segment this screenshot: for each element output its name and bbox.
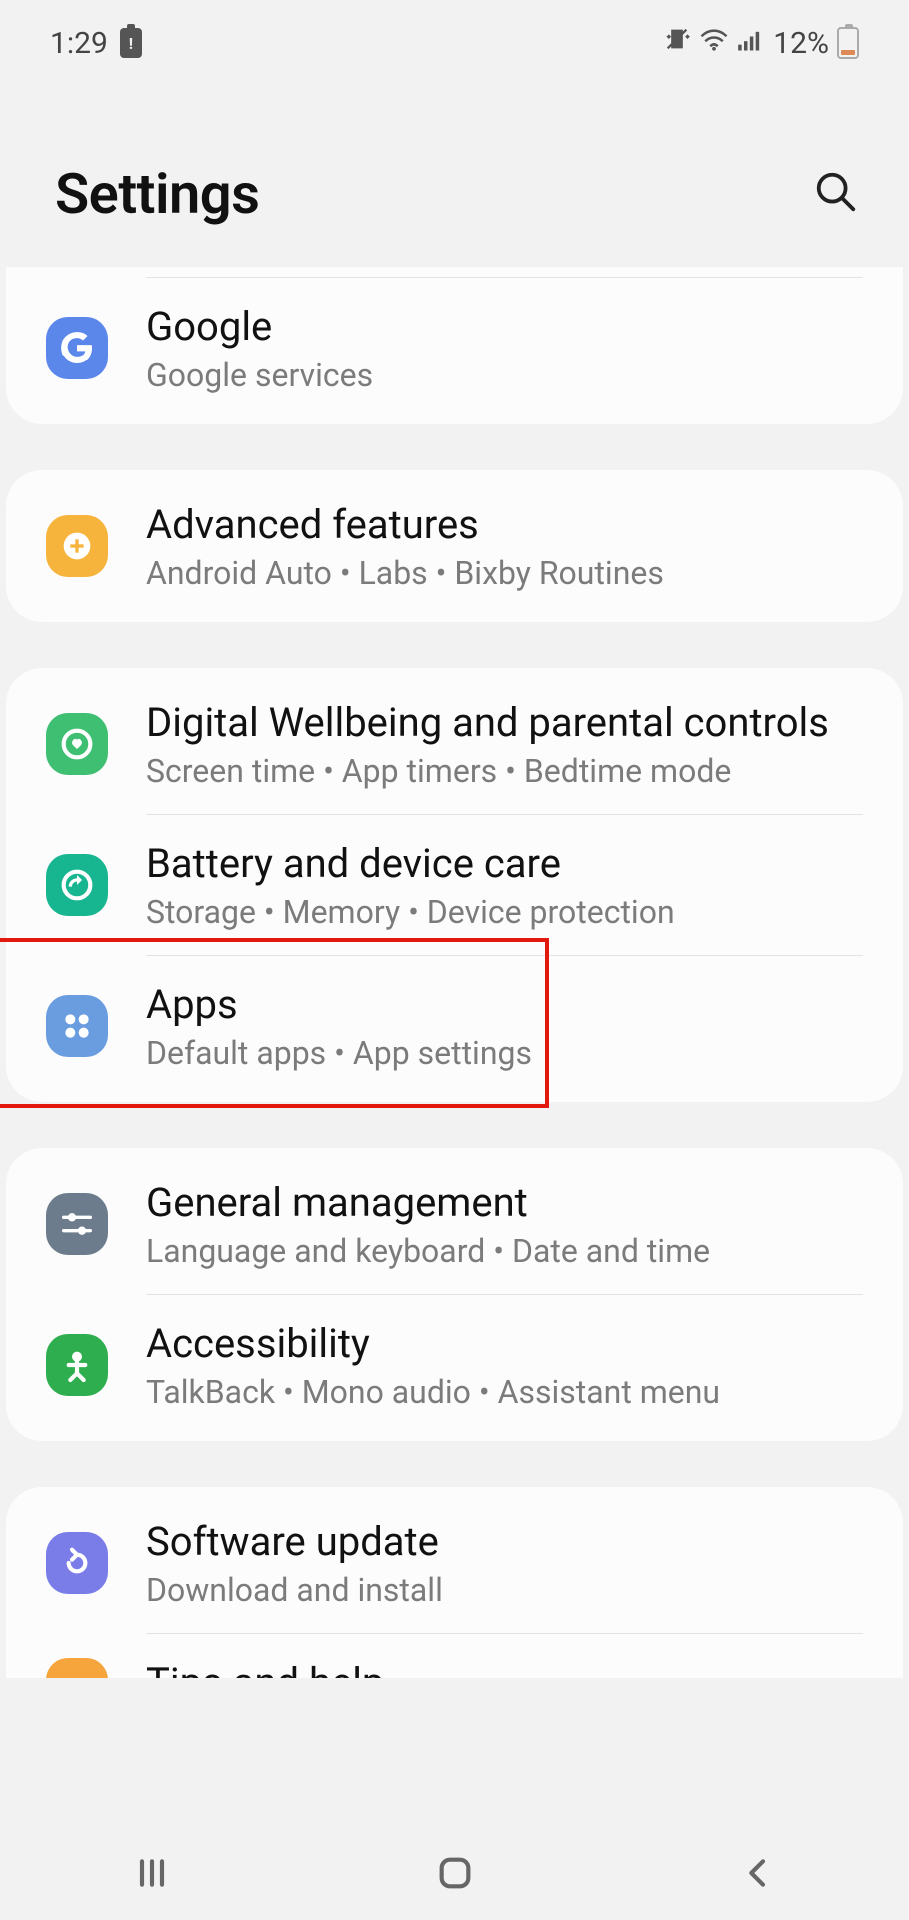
item-subtitle: Default apps • App settings: [146, 1034, 863, 1072]
settings-group: Digital Wellbeing and parental controls S…: [6, 668, 903, 1102]
settings-item-update[interactable]: Software update Download and install: [6, 1493, 903, 1633]
item-title: Accessibility: [146, 1319, 863, 1369]
settings-item-advanced[interactable]: Advanced features Android Auto • Labs • B…: [6, 476, 903, 616]
google-icon: [46, 317, 108, 379]
settings-item-general[interactable]: General management Language and keyboard …: [6, 1154, 903, 1294]
home-button[interactable]: [435, 1853, 475, 1897]
item-title: Advanced features: [146, 500, 863, 550]
settings-item-tips[interactable]: Tips and help: [6, 1634, 903, 1678]
advanced-icon: [46, 515, 108, 577]
item-title: Battery and device care: [146, 839, 863, 889]
vibrate-off-icon: [663, 25, 691, 61]
wifi-icon: [699, 26, 729, 61]
item-title: General management: [146, 1178, 863, 1228]
page-title: Settings: [55, 161, 259, 227]
settings-group: Advanced features Android Auto • Labs • B…: [6, 470, 903, 622]
item-subtitle: Screen time • App timers • Bedtime mode: [146, 752, 863, 790]
signal-icon: [737, 26, 765, 61]
battery-icon: [46, 854, 108, 916]
settings-group: Software update Download and install Tips …: [6, 1487, 903, 1678]
status-bar: 1:29 ! 12%: [0, 0, 909, 71]
settings-item-accessibility[interactable]: Accessibility TalkBack • Mono audio • Ass…: [6, 1295, 903, 1435]
item-title: Software update: [146, 1517, 863, 1567]
recents-button[interactable]: [132, 1853, 172, 1897]
status-time: 1:29: [50, 26, 108, 61]
battery-icon: [837, 27, 859, 59]
item-subtitle: Language and keyboard • Date and time: [146, 1232, 863, 1270]
update-icon: [46, 1532, 108, 1594]
settings-group: General management Language and keyboard …: [6, 1148, 903, 1441]
accessibility-icon: [46, 1334, 108, 1396]
battery-percent: 12%: [773, 26, 829, 61]
general-icon: [46, 1193, 108, 1255]
wellbeing-icon: [46, 713, 108, 775]
item-title: Tips and help: [146, 1658, 863, 1678]
battery-alert-icon: !: [120, 28, 142, 58]
item-subtitle: Storage • Memory • Device protection: [146, 893, 863, 931]
settings-item-apps[interactable]: Apps Default apps • App settings: [6, 956, 903, 1096]
settings-item-google[interactable]: Google Google services: [6, 278, 903, 418]
header: Settings: [0, 71, 909, 267]
settings-item-wellbeing[interactable]: Digital Wellbeing and parental controls S…: [6, 674, 903, 814]
tips-icon: [46, 1658, 108, 1678]
settings-group: Google Google services: [6, 267, 903, 424]
item-subtitle: Android Auto • Labs • Bixby Routines: [146, 554, 863, 592]
settings-item-battery[interactable]: Battery and device care Storage • Memory …: [6, 815, 903, 955]
apps-icon: [46, 995, 108, 1057]
navigation-bar: [0, 1830, 909, 1920]
item-title: Apps: [146, 980, 863, 1030]
item-title: Google: [146, 302, 863, 352]
search-icon[interactable]: [813, 169, 859, 219]
item-subtitle: Download and install: [146, 1571, 863, 1609]
item-subtitle: TalkBack • Mono audio • Assistant menu: [146, 1373, 863, 1411]
item-subtitle: Google services: [146, 356, 863, 394]
back-button[interactable]: [738, 1853, 778, 1897]
item-title: Digital Wellbeing and parental controls: [146, 698, 863, 748]
